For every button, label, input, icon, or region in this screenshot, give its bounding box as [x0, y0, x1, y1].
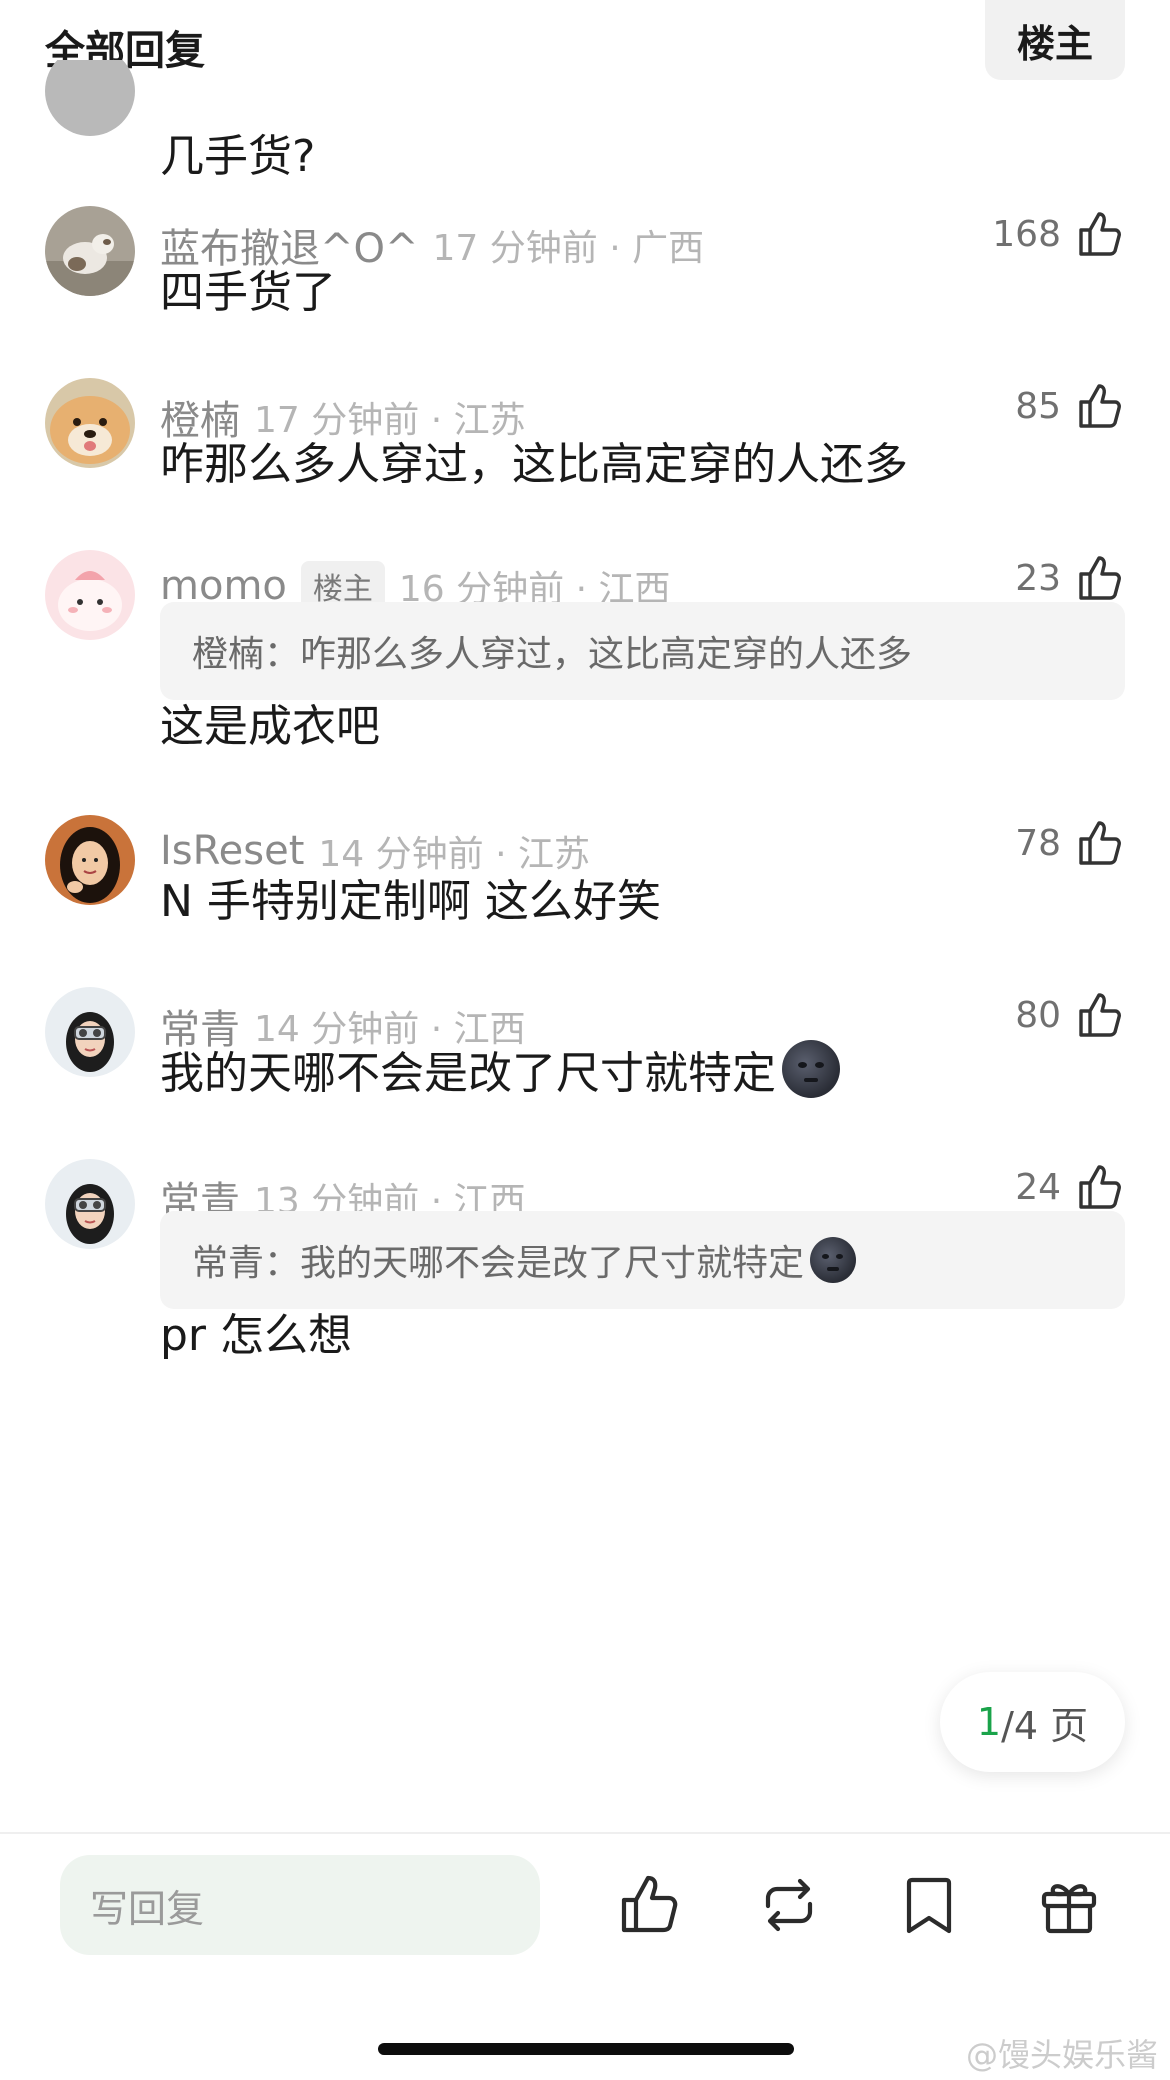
like-button[interactable]: 80 [1015, 989, 1125, 1041]
home-indicator [378, 2043, 794, 2055]
repost-button[interactable] [754, 1870, 824, 1940]
quoted-reply[interactable]: 橙楠：咋那么多人穿过，这比高定穿的人还多 [160, 602, 1125, 700]
like-post-button[interactable] [614, 1870, 684, 1940]
reply-input[interactable]: 写回复 [60, 1855, 540, 1955]
like-count: 168 [992, 213, 1061, 255]
like-button[interactable]: 23 [1015, 552, 1125, 604]
repost-icon [765, 1878, 813, 1932]
page-indicator[interactable]: 1/4 页 [940, 1672, 1125, 1772]
like-button[interactable]: 24 [1015, 1161, 1125, 1213]
like-button[interactable]: 168 [992, 208, 1125, 260]
page-current: 1 [976, 1700, 1002, 1744]
bookmark-icon [906, 1877, 952, 1934]
dark-moon-face-emoji [810, 1237, 857, 1283]
comment-text: 这是成衣吧 [160, 701, 380, 752]
comment-text: 我的天哪不会是改了尺寸就特定 [160, 1037, 840, 1101]
comment-text: 四手货了 [160, 267, 336, 318]
like-count: 23 [1015, 557, 1061, 599]
comment-text: N 手特别定制啊 这么好笑 [160, 876, 661, 927]
owner-only-filter-button[interactable]: 楼主 [985, 0, 1125, 80]
comment-time-location: 17 分钟前 · 广西 [432, 228, 705, 269]
avatar[interactable] [45, 378, 135, 468]
page-total: /4 页 [1001, 1703, 1089, 1748]
avatar[interactable] [45, 206, 135, 296]
avatar[interactable] [45, 987, 135, 1077]
thumbs-up-icon [1079, 212, 1121, 256]
avatar[interactable] [45, 550, 135, 640]
like-count: 80 [1015, 994, 1061, 1036]
comment-text: 咋那么多人穿过，这比高定穿的人还多 [160, 439, 908, 490]
avatar[interactable] [45, 1159, 135, 1249]
thumbs-up-icon [1079, 384, 1121, 428]
gift-button[interactable] [1034, 1870, 1104, 1940]
quoted-reply-text: 常青：我的天哪不会是改了尺寸就特定 [192, 1243, 805, 1284]
thumbs-up-icon [621, 1875, 678, 1933]
header: 全部回复 楼主 [0, 0, 1170, 100]
watermark: @馒头娱乐酱 [965, 2036, 1158, 2074]
quoted-reply[interactable]: 常青：我的天哪不会是改了尺寸就特定 [160, 1211, 1125, 1309]
thumbs-up-icon [1079, 993, 1121, 1037]
thumbs-up-icon [1079, 1165, 1121, 1209]
dark-moon-face-emoji [782, 1040, 840, 1098]
comment-text-content: 我的天哪不会是改了尺寸就特定 [160, 1048, 776, 1099]
gift-icon [1041, 1884, 1097, 1934]
thumbs-up-icon [1079, 821, 1121, 865]
like-count: 24 [1015, 1166, 1061, 1208]
avatar[interactable] [45, 60, 135, 136]
like-button[interactable]: 78 [1015, 817, 1125, 869]
bottom-bar-divider [0, 1832, 1170, 1834]
like-count: 78 [1015, 822, 1061, 864]
like-count: 85 [1015, 385, 1061, 427]
comment-text: 几手货? [160, 131, 316, 182]
like-button[interactable]: 85 [1015, 380, 1125, 432]
comment-text: pr 怎么想 [160, 1310, 353, 1361]
bookmark-button[interactable] [894, 1870, 964, 1940]
avatar[interactable] [45, 815, 135, 905]
thumbs-up-icon [1079, 556, 1121, 600]
